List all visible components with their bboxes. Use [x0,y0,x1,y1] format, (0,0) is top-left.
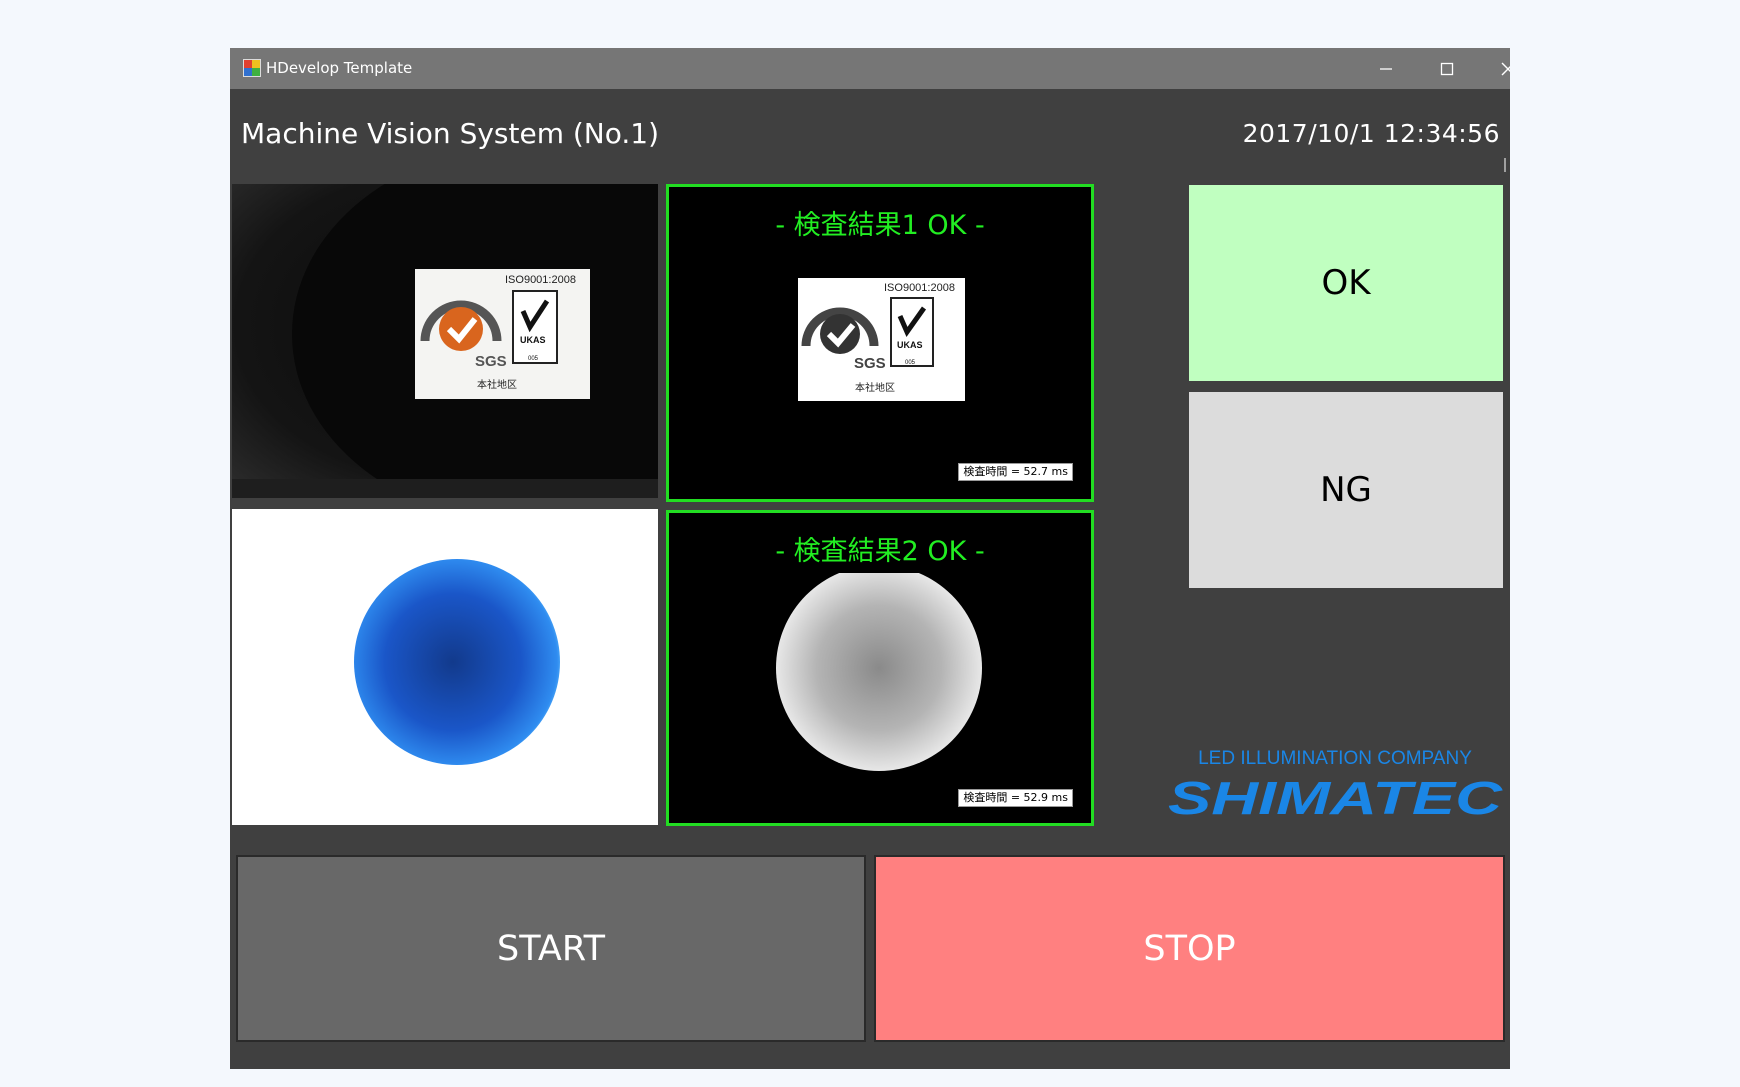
minimize-button[interactable] [1356,48,1416,89]
svg-text:ISO9001:2008: ISO9001:2008 [505,274,576,286]
maximize-icon [1440,62,1454,76]
stop-button[interactable]: STOP [874,855,1505,1042]
svg-text:UKAS: UKAS [897,340,923,350]
svg-text:本社地区: 本社地区 [855,381,895,394]
ng-indicator: NG [1189,392,1503,588]
window-title: HDevelop Template [266,59,413,77]
svg-text:SGS: SGS [854,355,886,372]
svg-text:UKAS: UKAS [520,335,546,345]
svg-text:SHIMATEC: SHIMATEC [1168,772,1503,824]
result-1-title: - 検査結果1 OK - [775,210,985,241]
maximize-button[interactable] [1417,48,1477,89]
datetime-display: 2017/10/1 12:34:56 [1242,119,1500,148]
company-logo: LED ILLUMINATION COMPANY SHIMATEC [1165,748,1505,828]
result-2-title: - 検査結果2 OK - [775,536,985,567]
camera-image-2 [232,509,658,825]
minimize-icon [1380,68,1392,70]
svg-text:005: 005 [905,360,916,366]
app-title: Machine Vision System (No.1) [241,117,660,150]
close-icon [1501,62,1510,76]
camera-image-1: SGS ISO9001:2008 UKAS 005 本社地区 [232,184,658,498]
app-window: HDevelop Template Machine Vision System … [230,48,1510,1069]
svg-text:005: 005 [528,356,539,362]
svg-text:本社地区: 本社地区 [477,378,517,391]
ok-indicator: OK [1189,185,1503,381]
certification-badge-mono: SGS ISO9001:2008 UKAS 005 本社地区 [798,278,965,401]
start-button[interactable]: START [236,855,866,1042]
logo-tagline: LED ILLUMINATION COMPANY [1198,748,1472,769]
result-panel-2: - 検査結果2 OK - 検査時間 = 52.9 ms [666,510,1094,826]
close-button[interactable] [1478,48,1510,89]
app-icon [243,59,261,77]
shimatec-logo-icon: SHIMATEC [1168,772,1503,824]
result-1-time: 検査時間 = 52.7 ms [958,463,1073,481]
svg-text:ISO9001:2008: ISO9001:2008 [884,282,955,294]
result-panel-1: - 検査結果1 OK - SGS ISO9001:2008 UKAS 005 本… [666,184,1094,502]
processed-disc-image [776,573,982,771]
certification-badge-color: SGS ISO9001:2008 UKAS 005 本社地区 [415,269,590,399]
scroll-indicator [1504,158,1506,172]
result-2-time: 検査時間 = 52.9 ms [958,789,1073,807]
title-bar: HDevelop Template [230,48,1510,89]
svg-text:SGS: SGS [475,353,507,370]
